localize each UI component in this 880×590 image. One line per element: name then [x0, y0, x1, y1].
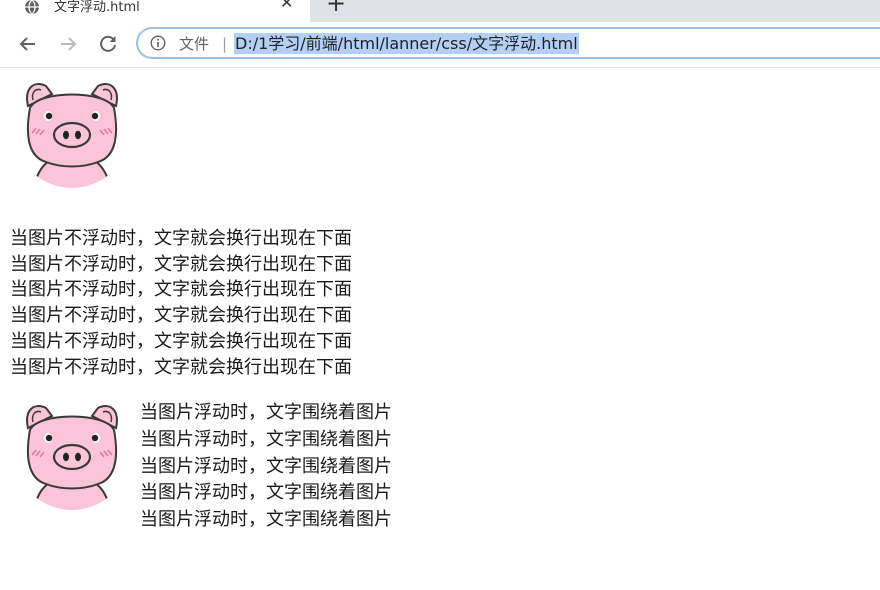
pig-icon: [16, 78, 128, 202]
tab-title: 文字浮动.html: [54, 0, 140, 15]
non-float-paragraph: 当图片不浮动时，文字就会换行出现在下面 当图片不浮动时，文字就会换行出现在下面 …: [10, 226, 410, 380]
tab-strip: 文字浮动.html ✕ +: [0, 0, 880, 22]
url-text[interactable]: D:/1学习/前端/html/lanner/css/文字浮动.html: [234, 33, 579, 54]
omnibox-divider: |: [222, 35, 228, 53]
address-bar[interactable]: 文件 | D:/1学习/前端/html/lanner/css/文字浮动.html: [136, 27, 880, 59]
arrow-right-icon[interactable]: [56, 32, 80, 56]
close-icon[interactable]: ✕: [280, 0, 293, 11]
text-line: 当图片不浮动时，文字就会换行出现在下面: [10, 253, 352, 275]
text-line: 当图片不浮动时，文字就会换行出现在下面: [10, 356, 352, 378]
reload-icon[interactable]: [96, 32, 120, 56]
tab-active[interactable]: 文字浮动.html ✕: [0, 0, 310, 22]
scheme-label: 文件: [179, 35, 210, 53]
pig-icon: [16, 400, 128, 524]
float-text: 当图片浮动时，文字围绕着图片 当图片浮动时，文字围绕着图片 当图片浮动时，文字围…: [140, 402, 392, 531]
plus-icon[interactable]: +: [326, 0, 346, 15]
arrow-left-icon[interactable]: [16, 32, 40, 56]
float-paragraph: 当图片浮动时，文字围绕着图片 当图片浮动时，文字围绕着图片 当图片浮动时，文字围…: [10, 400, 401, 534]
text-line: 当图片不浮动时，文字就会换行出现在下面: [10, 279, 352, 301]
info-icon[interactable]: [150, 35, 166, 51]
text-line: 当图片不浮动时，文字就会换行出现在下面: [10, 305, 352, 327]
globe-icon: [25, 0, 39, 15]
browser-toolbar: 文件 | D:/1学习/前端/html/lanner/css/文字浮动.html: [0, 22, 880, 68]
text-line: 当图片不浮动时，文字就会换行出现在下面: [10, 228, 352, 249]
text-line: 当图片不浮动时，文字就会换行出现在下面: [10, 330, 352, 352]
